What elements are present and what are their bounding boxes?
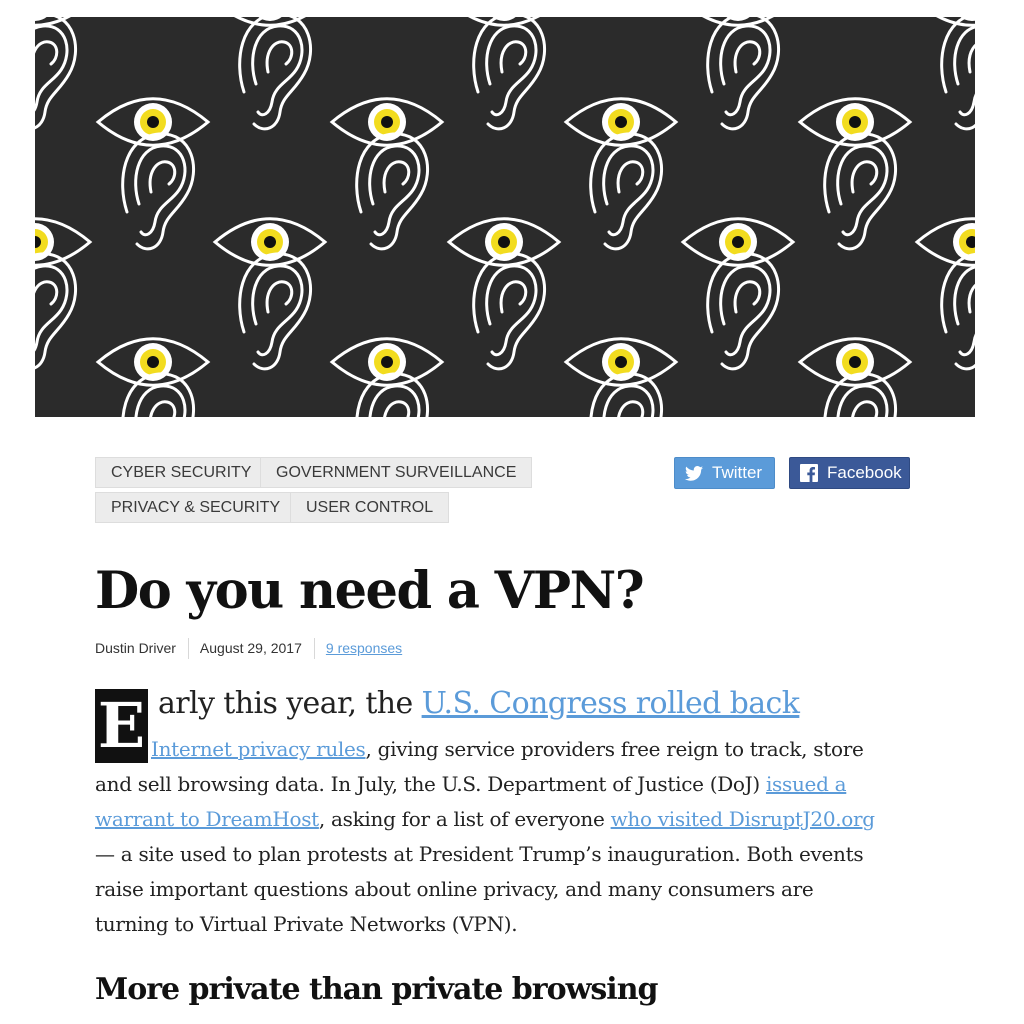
eye-icon — [563, 97, 679, 147]
eyes-and-ears-illustration — [35, 17, 975, 417]
ear-icon — [355, 372, 429, 417]
meta-divider — [187, 637, 189, 659]
ear-icon — [706, 17, 780, 131]
twitter-share-button[interactable]: Twitter — [674, 457, 775, 489]
eye-icon — [797, 97, 913, 147]
privacy-rules-link[interactable]: Internet privacy rules — [151, 737, 366, 761]
section-heading: More private than private browsing — [95, 972, 658, 1007]
paragraph-text: , giving service providers free reign to… — [365, 737, 864, 761]
ear-icon — [355, 132, 429, 251]
responses-link[interactable]: 9 responses — [326, 640, 402, 656]
eye-icon — [95, 337, 211, 387]
eye-icon — [95, 97, 211, 147]
ear-icon — [35, 252, 77, 370]
ear-icon — [238, 17, 312, 131]
eye-icon — [702, 17, 774, 27]
ear-icon — [35, 17, 77, 130]
congress-link[interactable]: U.S. Congress rolled back — [422, 686, 800, 721]
author-name[interactable]: Dustin Driver — [95, 640, 176, 656]
drop-cap: E — [95, 689, 148, 763]
tag-privacy-security[interactable]: PRIVACY & SECURITY — [95, 492, 297, 523]
facebook-f-icon — [800, 464, 818, 482]
eye-icon — [446, 217, 562, 267]
ear-icon — [121, 372, 195, 417]
eye-icon — [212, 217, 328, 267]
eye-icon — [468, 17, 540, 27]
facebook-share-button[interactable]: Facebook — [789, 457, 910, 489]
ear-icon — [823, 132, 897, 251]
hero-image — [35, 17, 975, 417]
ear-icon — [706, 252, 780, 371]
lead-text: arly this year, the — [158, 686, 422, 721]
ear-icon — [472, 17, 546, 131]
paragraph-line-5: — a site used to plan protests at Presid… — [95, 842, 864, 866]
eye-icon — [680, 217, 796, 267]
twitter-bird-icon — [685, 465, 703, 481]
paragraph-line-7: turning to Virtual Private Networks (VPN… — [95, 912, 518, 936]
ear-icon — [472, 252, 546, 371]
ear-icon — [121, 132, 195, 251]
meta-divider — [313, 637, 315, 659]
ear-icon — [823, 372, 897, 417]
paragraph-line-6: raise important questions about online p… — [95, 877, 814, 901]
publish-date: August 29, 2017 — [199, 640, 302, 656]
facebook-label: Facebook — [827, 463, 902, 482]
article-title: Do you need a VPN? — [95, 561, 645, 621]
paragraph-text: , asking for a list of everyone — [318, 807, 611, 831]
eye-icon — [797, 337, 913, 387]
warrant-link-cont[interactable]: warrant to DreamHost — [95, 807, 319, 831]
warrant-link[interactable]: issued a — [766, 772, 847, 796]
paragraph-line-1: arly this year, the U.S. Congress rolled… — [158, 686, 800, 721]
eye-icon — [563, 337, 679, 387]
tag-cyber-security[interactable]: CYBER SECURITY — [95, 457, 268, 488]
eye-icon — [234, 17, 306, 27]
paragraph-line-4: warrant to DreamHost, asking for a list … — [95, 807, 875, 831]
ear-icon — [940, 253, 975, 371]
ear-icon — [940, 17, 975, 131]
disruptj20-link[interactable]: who visited DisruptJ20.org — [611, 807, 876, 831]
ear-icon — [589, 372, 663, 417]
article-meta: Dustin Driver August 29, 2017 9 response… — [95, 637, 402, 659]
paragraph-line-2: Internet privacy rules, giving service p… — [151, 737, 864, 761]
twitter-label: Twitter — [712, 463, 763, 482]
eye-icon — [329, 337, 445, 387]
paragraph-text: and sell browsing data. In July, the U.S… — [95, 772, 766, 796]
paragraph-line-3: and sell browsing data. In July, the U.S… — [95, 772, 847, 796]
ear-icon — [589, 132, 663, 251]
eye-icon — [329, 97, 445, 147]
tag-user-control[interactable]: USER CONTROL — [290, 492, 450, 523]
tag-government-surveillance[interactable]: GOVERNMENT SURVEILLANCE — [260, 457, 533, 488]
ear-icon — [238, 252, 312, 371]
